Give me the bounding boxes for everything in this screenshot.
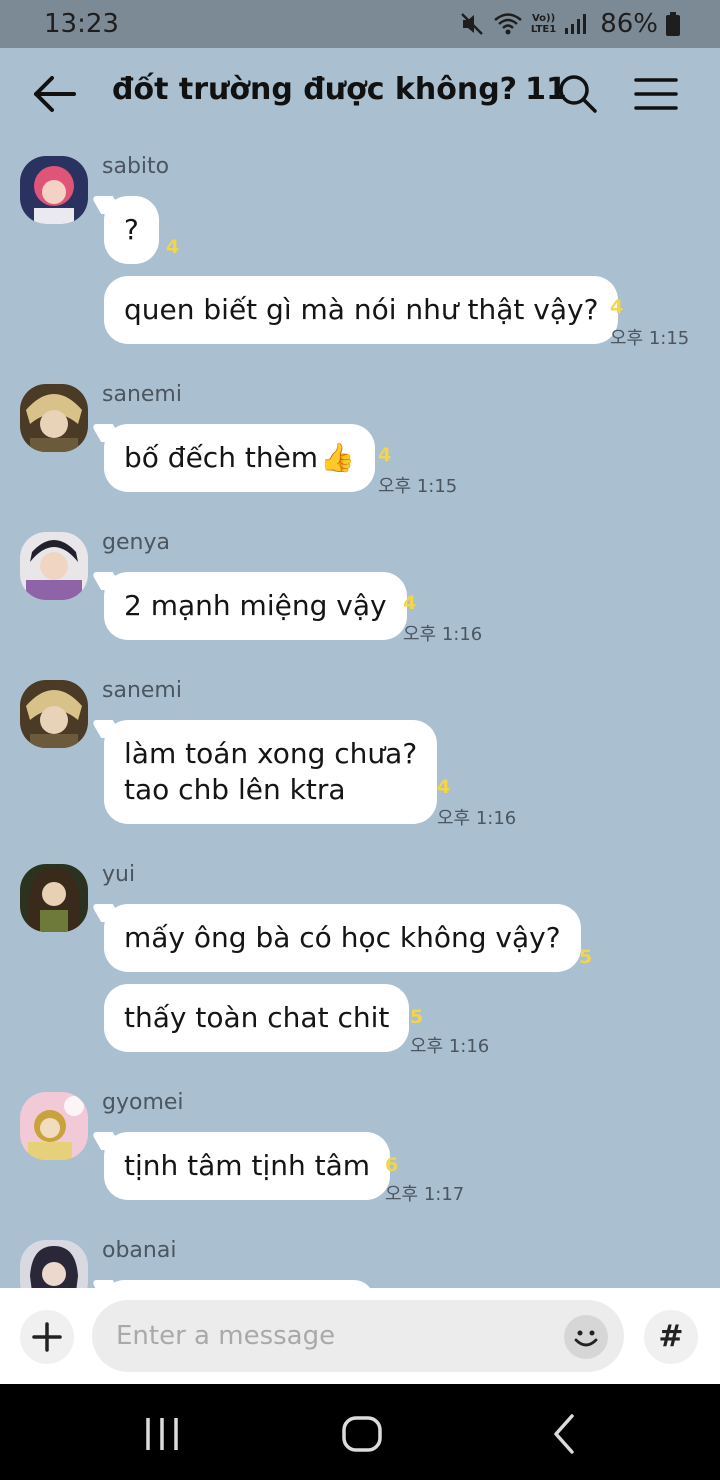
avatar-image (20, 156, 88, 224)
unread-count: 4 (437, 776, 451, 798)
message-bubble[interactable] (104, 1280, 374, 1288)
thumbs-up-emoji: 👍 (320, 441, 355, 474)
unread-count: 4 (403, 592, 417, 614)
status-bar: 13:23 Vo)) LTE1 86% (0, 0, 720, 48)
avatar-image (20, 1240, 88, 1288)
system-nav-bar (0, 1384, 720, 1480)
recent-apps-icon[interactable] (144, 1418, 180, 1450)
avatar-image (20, 1092, 88, 1160)
avatar-image (20, 864, 88, 932)
avatar[interactable] (20, 1240, 88, 1288)
chat-messages[interactable]: sabito ? 4 quen biết gì mà nói như thật … (0, 138, 720, 1288)
sender-name: yui (102, 862, 136, 887)
home-icon[interactable] (342, 1416, 382, 1452)
clock: 13:23 (44, 9, 119, 39)
plus-icon (32, 1322, 62, 1352)
unread-count: 5 (410, 1006, 424, 1028)
message-text: ? (124, 213, 139, 246)
status-icons: Vo)) LTE1 86% (459, 8, 680, 40)
unread-count: 6 (385, 1154, 399, 1176)
battery-icon (666, 12, 680, 36)
sender-name: sabito (102, 154, 170, 179)
message-bubble[interactable]: mấy ông bà có học không vậy? (104, 904, 581, 972)
message-input-bar: # (0, 1288, 720, 1384)
chat-header: đốt trường được không? 11 (0, 48, 720, 138)
sender-name: sanemi (102, 382, 182, 407)
message-time: 오후 1:16 (437, 808, 517, 829)
avatar[interactable] (20, 1092, 88, 1160)
message-text-line: tao chb lên ktra (124, 773, 346, 806)
unread-count: 4 (610, 296, 624, 318)
emoji-button[interactable] (564, 1315, 608, 1359)
avatar[interactable] (20, 680, 88, 748)
message-bubble[interactable]: bố đếch thèm 👍 (104, 424, 375, 492)
lte-label: LTE1 (530, 24, 557, 35)
search-icon[interactable] (556, 72, 598, 114)
avatar-image (20, 384, 88, 452)
message-text: quen biết gì mà nói như thật vậy? (124, 293, 599, 326)
message-text-line: làm toán xong chưa? (124, 737, 418, 770)
message-time: 오후 1:16 (410, 1036, 490, 1057)
sender-name: genya (102, 530, 170, 555)
signal-icon (565, 14, 587, 34)
nav-back-icon[interactable] (552, 1414, 576, 1454)
avatar[interactable] (20, 156, 88, 224)
mute-icon (460, 13, 483, 35)
message-bubble[interactable]: ? (104, 196, 159, 264)
unread-count: 4 (166, 236, 180, 258)
sender-name: obanai (102, 1238, 177, 1263)
volte-icon: Vo)) LTE1 (530, 13, 557, 35)
back-arrow-icon[interactable] (30, 72, 78, 116)
message-text: 2 mạnh miệng vậy (124, 589, 387, 622)
avatar-image (20, 680, 88, 748)
hashtag-button[interactable]: # (644, 1310, 698, 1364)
message-time: 오후 1:16 (403, 624, 483, 645)
avatar[interactable] (20, 864, 88, 932)
message-bubble[interactable]: 2 mạnh miệng vậy (104, 572, 407, 640)
unread-count: 4 (378, 444, 392, 466)
hashtag-icon: # (658, 1319, 684, 1354)
message-time: 오후 1:17 (385, 1184, 465, 1205)
message-bubble[interactable]: làm toán xong chưa? tao chb lên ktra (104, 720, 438, 824)
sender-name: sanemi (102, 678, 182, 703)
sender-name: gyomei (102, 1090, 184, 1115)
message-time: 오후 1:15 (378, 476, 458, 497)
battery-percent: 86% (600, 9, 658, 39)
emoji-icon (574, 1330, 598, 1347)
attach-button[interactable] (20, 1310, 74, 1364)
menu-icon[interactable] (634, 74, 678, 114)
message-text: tịnh tâm tịnh tâm (124, 1149, 371, 1182)
avatar-image (20, 532, 88, 600)
avatar[interactable] (20, 384, 88, 452)
wifi-icon (494, 13, 522, 35)
message-input[interactable] (92, 1300, 624, 1372)
message-bubble[interactable]: tịnh tâm tịnh tâm (104, 1132, 391, 1200)
chat-title-text: đốt trường được không? (112, 72, 518, 107)
message-time: 오후 1:15 (610, 328, 690, 349)
message-text: thấy toàn chat chit (124, 1001, 390, 1034)
message-bubble[interactable]: quen biết gì mà nói như thật vậy? (104, 276, 619, 344)
chat-title: đốt trường được không? 11 (112, 72, 567, 107)
message-text: mấy ông bà có học không vậy? (124, 921, 561, 954)
avatar[interactable] (20, 532, 88, 600)
unread-count: 5 (579, 946, 593, 968)
message-text: bố đếch thèm (124, 441, 319, 474)
message-bubble[interactable]: thấy toàn chat chit (104, 984, 410, 1052)
